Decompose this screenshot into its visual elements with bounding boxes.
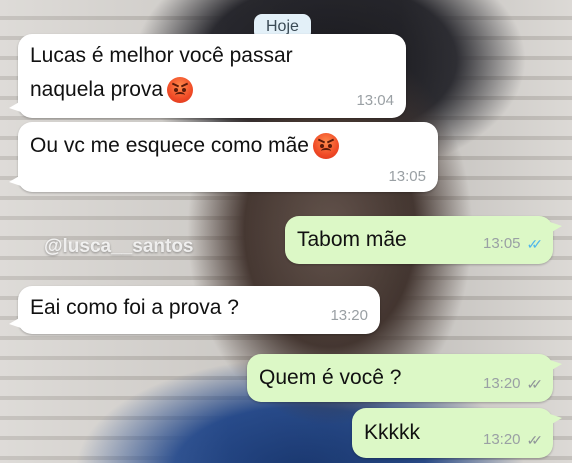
- message-outgoing[interactable]: Tabom mãe 13:05 ✓✓: [285, 216, 562, 264]
- message-text: Eai como foi a prova ?: [30, 296, 239, 319]
- message-outgoing[interactable]: Quem é você ? 13:20 ✓✓: [247, 354, 562, 402]
- message-time: 13:04: [356, 91, 394, 109]
- message-text-line: naquela prova: [30, 76, 194, 104]
- message-text-line: Lucas é melhor você passar: [30, 44, 293, 67]
- message-time: 13:20: [482, 431, 521, 448]
- message-incoming[interactable]: Eai como foi a prova ? 13:20: [9, 286, 380, 334]
- message-time: 13:20: [330, 307, 368, 324]
- message-outgoing[interactable]: Kkkkk 13:20 ✓✓: [352, 408, 562, 458]
- angry-face-icon: [312, 133, 339, 160]
- read-receipt-icon: ✓✓: [526, 235, 544, 252]
- message-meta: 13:20 ✓✓: [483, 374, 543, 394]
- message-incoming[interactable]: Ou vc me esquece como mãe 13:05: [9, 122, 438, 192]
- message-text: Tabom mãe: [297, 228, 407, 251]
- message-time: 13:05: [482, 235, 521, 252]
- delivered-receipt-icon: ✓✓: [526, 431, 544, 448]
- message-incoming[interactable]: Lucas é melhor você passar naquela prova…: [9, 34, 406, 118]
- watermark: @lusca__santos: [44, 236, 194, 257]
- message-text: Kkkkk: [364, 421, 421, 444]
- message-text: Quem é você ?: [259, 366, 402, 389]
- angry-face-icon: [167, 77, 194, 104]
- message-meta: 13:20 ✓✓: [483, 430, 543, 450]
- message-time: 13:20: [482, 375, 521, 392]
- message-text-line: Ou vc me esquece como mãe: [30, 132, 339, 160]
- message-meta: 13:05 ✓✓: [483, 234, 543, 254]
- delivered-receipt-icon: ✓✓: [526, 375, 544, 392]
- message-time: 13:05: [388, 167, 426, 185]
